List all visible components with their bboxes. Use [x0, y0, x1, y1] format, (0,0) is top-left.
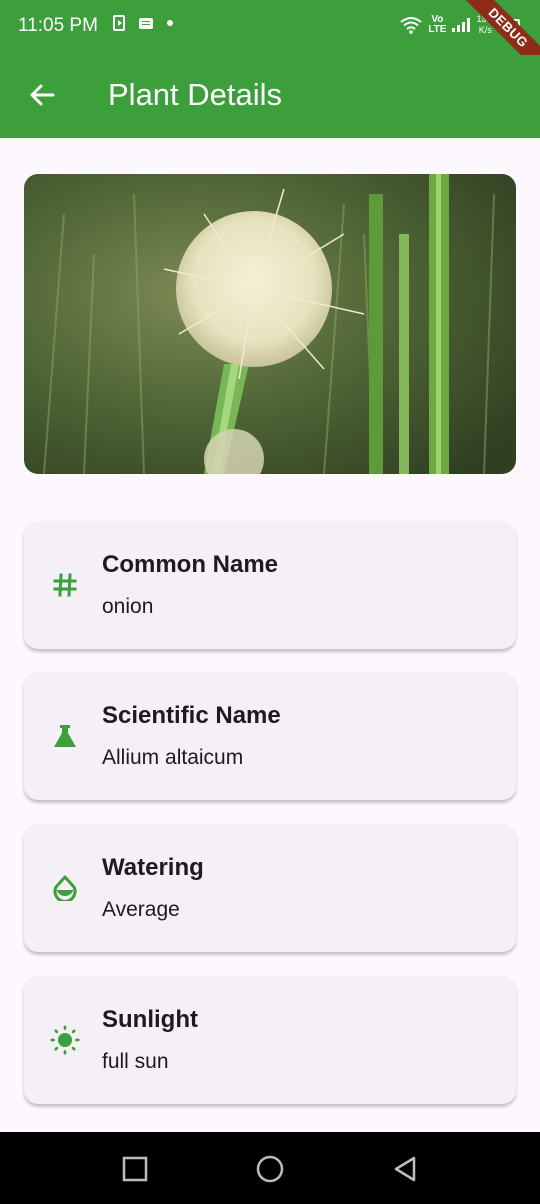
card-title: Scientific Name — [102, 702, 281, 729]
plant-photo — [24, 174, 516, 474]
flask-icon — [50, 721, 80, 751]
recents-button[interactable] — [120, 1154, 150, 1184]
circle-icon — [256, 1155, 284, 1183]
media-notification-icon — [113, 15, 125, 31]
card-title: Watering — [102, 854, 204, 881]
tag-icon — [50, 570, 80, 600]
card-value: full sun — [102, 1050, 169, 1073]
status-time: 11:05 PM — [18, 15, 98, 36]
card-value: Average — [102, 898, 180, 921]
network-type-bottom: LTE — [428, 24, 447, 35]
home-button[interactable] — [255, 1154, 285, 1184]
plant-image — [24, 174, 516, 474]
common-name-card: Common Name onion — [24, 521, 516, 649]
status-notifications — [113, 15, 173, 31]
wifi-icon — [400, 17, 422, 34]
message-notification-icon — [139, 17, 153, 29]
card-value: Allium altaicum — [102, 746, 244, 769]
card-title: Common Name — [102, 551, 279, 578]
water-drop-icon — [50, 873, 80, 903]
status-bar: 11:05 PM Vo LTE 13.2 K/s 54 DEBUG — [0, 0, 540, 78]
network-type: Vo LTE — [428, 15, 446, 35]
sunlight-card: Sunlight full sun — [24, 976, 516, 1104]
network-speed-unit: K/s — [478, 25, 492, 35]
card-title: Sunlight — [102, 1006, 198, 1033]
more-notifications-icon — [167, 20, 173, 26]
sun-icon — [50, 1025, 80, 1055]
system-nav-bar — [0, 1132, 540, 1204]
signal-icon — [452, 18, 471, 32]
back-button[interactable] — [22, 75, 62, 115]
triangle-back-icon — [394, 1156, 416, 1182]
page-title: Plant Details — [108, 77, 283, 112]
app-bar: Plant Details — [0, 55, 540, 138]
watering-card: Watering Average — [24, 824, 516, 952]
scientific-name-card: Scientific Name Allium altaicum — [24, 672, 516, 800]
arrow-left-icon — [30, 84, 55, 106]
card-value: onion — [102, 595, 154, 618]
square-icon — [122, 1156, 148, 1182]
system-back-button[interactable] — [390, 1154, 420, 1184]
